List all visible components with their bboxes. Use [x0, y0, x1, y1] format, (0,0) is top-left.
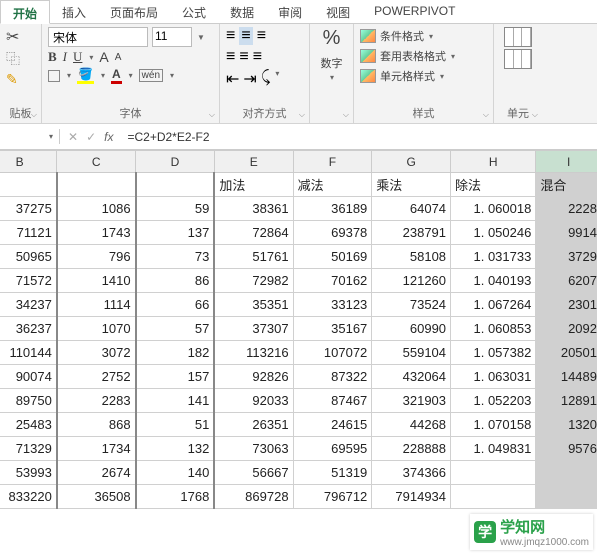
number-label: [316, 119, 347, 121]
group-number: % 数字 ▾: [310, 24, 354, 123]
increase-font-icon[interactable]: A: [99, 49, 108, 65]
tab-page-layout[interactable]: 页面布局: [98, 0, 170, 23]
table-row: 90074275215792826873224320641. 063031144…: [0, 365, 597, 389]
font-label: 字体: [48, 103, 213, 121]
format-as-table-button[interactable]: 套用表格格式▾: [360, 47, 487, 65]
percent-icon[interactable]: %: [323, 27, 341, 50]
table-row: 342371114663535133123735241. 0672642301: [0, 293, 597, 317]
tab-view[interactable]: 视图: [314, 0, 362, 23]
table-row: 加法 减法 乘法 除法 混合: [0, 173, 597, 197]
tab-review[interactable]: 审阅: [266, 0, 314, 23]
ribbon-tabs: 开始 插入 页面布局 公式 数据 审阅 视图 POWERPIVOT: [0, 0, 597, 24]
table-row: 7157214108672982701621212601. 0401936207: [0, 269, 597, 293]
chevron-down-icon[interactable]: ▾: [330, 73, 334, 82]
bold-button[interactable]: B: [48, 49, 57, 65]
table-row: 5399326741405666751319374366: [0, 461, 597, 485]
tab-home[interactable]: 开始: [0, 0, 50, 24]
spreadsheet-grid[interactable]: B C D E F G H I 加法 减法 乘法 除法 混合 372751086…: [0, 150, 597, 509]
watermark: 学 学知网 www.jmqz1000.com: [470, 514, 593, 550]
table-row: 362371070573730735167609901. 0608532092: [0, 317, 597, 341]
cancel-formula-icon[interactable]: ✕: [68, 130, 78, 144]
tab-data[interactable]: 数据: [218, 0, 266, 23]
accept-formula-icon[interactable]: ✓: [86, 130, 96, 144]
table-row: 89750228314192033874673219031. 052203128…: [0, 389, 597, 413]
cond-format-icon: [360, 29, 376, 43]
watermark-url: www.jmqz1000.com: [500, 537, 589, 548]
name-box[interactable]: ▾: [0, 129, 60, 144]
delete-cells-icon[interactable]: [504, 49, 532, 69]
watermark-name: 学知网: [500, 516, 589, 537]
chevron-down-icon[interactable]: ▼: [197, 33, 205, 42]
formula-input[interactable]: =C2+D2*E2-F2: [121, 127, 597, 147]
table-row: 25483868512635124615442681. 0701581320: [0, 413, 597, 437]
align-center-icon[interactable]: ≡: [239, 48, 248, 66]
format-painter-icon[interactable]: ✎: [6, 71, 18, 88]
border-button[interactable]: [48, 70, 60, 82]
tab-powerpivot[interactable]: POWERPIVOT: [362, 0, 467, 23]
styles-label: 样式: [360, 103, 487, 121]
align-middle-icon[interactable]: ≡: [239, 27, 252, 45]
tab-formulas[interactable]: 公式: [170, 0, 218, 23]
fx-icon[interactable]: fx: [104, 130, 113, 144]
table-row: 50965796735176150169581081. 0317333729: [0, 245, 597, 269]
table-format-icon: [360, 49, 376, 63]
align-top-icon[interactable]: ≡: [226, 27, 235, 45]
group-clipboard: ✂ ⿻ ✎ 贴板: [0, 24, 42, 123]
cell-style-icon: [360, 69, 376, 83]
tab-insert[interactable]: 插入: [50, 0, 98, 23]
align-left-icon[interactable]: ≡: [226, 48, 235, 66]
font-size-select[interactable]: 11: [152, 27, 192, 47]
orientation-icon[interactable]: ⤹: [261, 69, 271, 89]
ribbon: ✂ ⿻ ✎ 贴板 宋体 11 ▼ B I U ▾ A A: [0, 24, 597, 124]
decrease-indent-icon[interactable]: ⇤: [226, 69, 239, 89]
col-header-B[interactable]: B: [0, 151, 57, 173]
number-dropdown[interactable]: 数字: [321, 55, 343, 71]
col-header-G[interactable]: G: [372, 151, 451, 173]
cell-styles-button[interactable]: 单元格样式▾: [360, 67, 487, 85]
group-font: 宋体 11 ▼ B I U▾ A A ▾ 🪣▾ A▾ wén▾ 字体: [42, 24, 220, 123]
group-styles: 条件格式▾ 套用表格格式▾ 单元格样式▾ 样式: [354, 24, 494, 123]
col-header-E[interactable]: E: [214, 151, 293, 173]
col-header-H[interactable]: H: [451, 151, 536, 173]
group-cells: 单元: [494, 24, 542, 123]
font-name-select[interactable]: 宋体: [48, 27, 148, 47]
italic-button[interactable]: I: [63, 49, 67, 65]
conditional-format-button[interactable]: 条件格式▾: [360, 27, 487, 45]
fill-color-button[interactable]: 🪣: [77, 67, 94, 84]
col-header-C[interactable]: C: [57, 151, 136, 173]
watermark-logo-icon: 学: [474, 521, 496, 543]
font-color-button[interactable]: A: [111, 67, 122, 84]
align-bottom-icon[interactable]: ≡: [257, 27, 266, 45]
group-alignment: ≡ ≡ ≡ ≡ ≡ ≡ ⇤ ⇥ ⤹▾ 对齐方式: [220, 24, 310, 123]
col-header-D[interactable]: D: [136, 151, 215, 173]
insert-cells-icon[interactable]: [504, 27, 532, 47]
copy-icon[interactable]: ⿻: [6, 49, 20, 69]
col-header-F[interactable]: F: [293, 151, 372, 173]
cells-label: 单元: [500, 103, 536, 121]
table-row: 8332203650817688697287967127914934: [0, 485, 597, 509]
phonetic-button[interactable]: wén: [139, 69, 163, 82]
decrease-font-icon[interactable]: A: [115, 52, 122, 63]
table-row: 71121174313772864693782387911. 050246991…: [0, 221, 597, 245]
col-header-I[interactable]: I: [536, 151, 597, 173]
table-row: 71329173413273063695952288881. 049831957…: [0, 437, 597, 461]
cut-icon[interactable]: ✂: [6, 27, 19, 47]
table-row: 372751086593836136189640741. 0600182228: [0, 197, 597, 221]
underline-button[interactable]: U: [73, 49, 82, 65]
increase-indent-icon[interactable]: ⇥: [243, 69, 256, 89]
formula-bar: ▾ ✕ ✓ fx =C2+D2*E2-F2: [0, 124, 597, 150]
alignment-label: 对齐方式: [226, 103, 303, 121]
align-right-icon[interactable]: ≡: [253, 48, 262, 66]
table-row: 11014430721821132161070725591041. 057382…: [0, 341, 597, 365]
clipboard-label: 贴板: [6, 103, 35, 121]
